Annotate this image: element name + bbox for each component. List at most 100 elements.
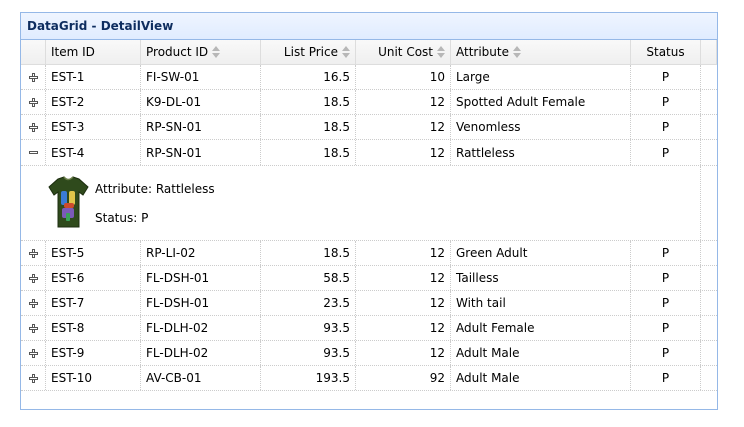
cell-product-id: FL-DLH-02 — [141, 341, 261, 365]
column-header-label: Status — [646, 45, 685, 59]
cell-list-price: 93.5 — [261, 316, 356, 340]
table-row[interactable]: EST-3 RP-SN-01 18.5 12 Venomless P — [21, 115, 717, 140]
cell-attribute: Adult Female — [451, 316, 631, 340]
row-expander-cell[interactable] — [21, 266, 46, 290]
table-row[interactable]: EST-2 K9-DL-01 18.5 12 Spotted Adult Fem… — [21, 90, 717, 115]
cell-list-price: 193.5 — [261, 366, 356, 390]
row-expander-cell[interactable] — [21, 316, 46, 340]
row-filler — [701, 266, 717, 290]
cell-attribute: Large — [451, 65, 631, 89]
cell-status: P — [631, 291, 701, 315]
row-expander-cell[interactable] — [21, 241, 46, 265]
table-row[interactable]: EST-9 FL-DLH-02 93.5 12 Adult Male P — [21, 341, 717, 366]
header-filler — [701, 40, 717, 64]
cell-item-id: EST-4 — [46, 140, 141, 165]
column-header-label: Item ID — [51, 45, 95, 59]
column-header-unit-cost[interactable]: Unit Cost — [356, 40, 451, 64]
cell-product-id: RP-SN-01 — [141, 140, 261, 165]
table-row[interactable]: EST-1 FI-SW-01 16.5 10 Large P — [21, 65, 717, 90]
cell-status: P — [631, 140, 701, 165]
sort-icon[interactable] — [342, 46, 350, 58]
cell-item-id: EST-8 — [46, 316, 141, 340]
row-filler — [701, 316, 717, 340]
cell-item-id: EST-7 — [46, 291, 141, 315]
header-expander-cell — [21, 40, 46, 64]
row-expander-cell[interactable] — [21, 90, 46, 114]
table-row[interactable]: EST-10 AV-CB-01 193.5 92 Adult Male P — [21, 366, 717, 391]
cell-product-id: FI-SW-01 — [141, 65, 261, 89]
column-header-list-price[interactable]: List Price — [261, 40, 356, 64]
cell-unit-cost: 92 — [356, 366, 451, 390]
cell-product-id: K9-DL-01 — [141, 90, 261, 114]
cell-item-id: EST-5 — [46, 241, 141, 265]
detail-spacer — [21, 166, 46, 240]
table-row[interactable]: EST-8 FL-DLH-02 93.5 12 Adult Female P — [21, 316, 717, 341]
plus-icon[interactable] — [28, 323, 38, 333]
row-filler — [701, 65, 717, 89]
plus-icon[interactable] — [28, 373, 38, 383]
plus-icon[interactable] — [28, 273, 38, 283]
row-expander-cell[interactable] — [21, 291, 46, 315]
cell-status: P — [631, 341, 701, 365]
cell-status: P — [631, 266, 701, 290]
sort-icon[interactable] — [437, 46, 445, 58]
row-filler — [701, 115, 717, 139]
detail-row: Attribute: Rattleless Status: P — [21, 165, 717, 241]
cell-product-id: RP-LI-02 — [141, 241, 261, 265]
tshirt-icon — [48, 176, 89, 228]
row-expander-cell[interactable] — [21, 366, 46, 390]
datagrid-panel: DataGrid - DetailView Item ID Product ID… — [20, 12, 718, 410]
row-expander-cell[interactable] — [21, 115, 46, 139]
cell-list-price: 18.5 — [261, 90, 356, 114]
row-filler — [701, 341, 717, 365]
minus-icon[interactable] — [28, 148, 38, 157]
cell-product-id: RP-SN-01 — [141, 115, 261, 139]
row-filler — [701, 291, 717, 315]
cell-attribute: Green Adult — [451, 241, 631, 265]
datagrid: Item ID Product ID List Price Unit Cost … — [21, 40, 717, 391]
plus-icon[interactable] — [28, 97, 38, 107]
plus-icon[interactable] — [28, 298, 38, 308]
table-row[interactable]: EST-7 FL-DSH-01 23.5 12 With tail P — [21, 291, 717, 316]
column-header-label: Unit Cost — [378, 45, 433, 59]
row-filler — [701, 366, 717, 390]
cell-list-price: 23.5 — [261, 291, 356, 315]
column-header-product-id[interactable]: Product ID — [141, 40, 261, 64]
row-filler — [701, 241, 717, 265]
column-header-label: List Price — [283, 45, 338, 59]
row-expander-cell[interactable] — [21, 140, 46, 165]
table-row[interactable]: EST-6 FL-DSH-01 58.5 12 Tailless P — [21, 266, 717, 291]
cell-attribute: Rattleless — [451, 140, 631, 165]
cell-product-id: FL-DLH-02 — [141, 316, 261, 340]
table-row[interactable]: EST-5 RP-LI-02 18.5 12 Green Adult P — [21, 241, 717, 266]
cell-status: P — [631, 366, 701, 390]
cell-status: P — [631, 241, 701, 265]
column-header-attribute[interactable]: Attribute — [451, 40, 631, 64]
plus-icon[interactable] — [28, 248, 38, 258]
column-header-item-id[interactable]: Item ID — [46, 40, 141, 64]
plus-icon[interactable] — [28, 122, 38, 132]
row-expander-cell[interactable] — [21, 341, 46, 365]
plus-icon[interactable] — [28, 72, 38, 82]
column-header-status[interactable]: Status — [631, 40, 701, 64]
cell-list-price: 16.5 — [261, 65, 356, 89]
cell-attribute: Venomless — [451, 115, 631, 139]
cell-unit-cost: 10 — [356, 65, 451, 89]
cell-item-id: EST-9 — [46, 341, 141, 365]
row-filler — [701, 140, 717, 165]
cell-item-id: EST-6 — [46, 266, 141, 290]
sort-icon[interactable] — [212, 46, 221, 58]
row-expander-cell[interactable] — [21, 65, 46, 89]
column-header-label: Product ID — [146, 45, 209, 59]
cell-item-id: EST-3 — [46, 115, 141, 139]
cell-list-price: 18.5 — [261, 140, 356, 165]
detail-status: Status: P — [95, 211, 149, 225]
table-row[interactable]: EST-4 RP-SN-01 18.5 12 Rattleless P — [21, 140, 717, 165]
plus-icon[interactable] — [28, 348, 38, 358]
panel-title: DataGrid - DetailView — [27, 19, 174, 33]
cell-attribute: Spotted Adult Female — [451, 90, 631, 114]
cell-status: P — [631, 90, 701, 114]
row-filler — [701, 90, 717, 114]
sort-icon[interactable] — [513, 46, 521, 58]
cell-unit-cost: 12 — [356, 90, 451, 114]
